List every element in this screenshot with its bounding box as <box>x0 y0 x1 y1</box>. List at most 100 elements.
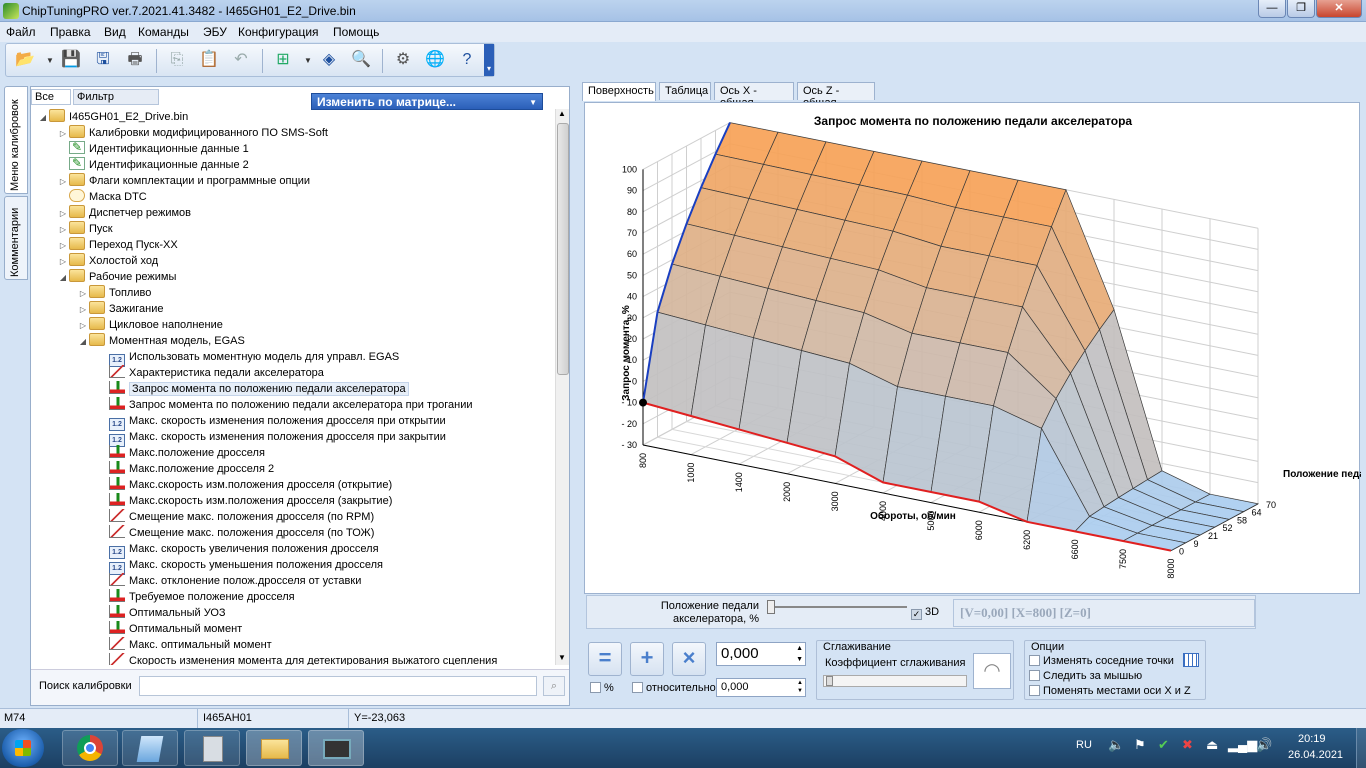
tree-node[interactable]: 1.2 Макс. скорость увеличения положения д… <box>97 541 379 559</box>
toolbar-overflow-button[interactable]: ▾ <box>484 44 494 76</box>
usb-icon[interactable]: ⏏ <box>1206 737 1218 753</box>
web-icon[interactable]: 🌐 <box>424 49 446 71</box>
notepad-taskbar-button[interactable] <box>122 730 178 766</box>
compare-icon[interactable]: ⊞ <box>272 49 294 71</box>
tree-node[interactable]: Идентификационные данные 2 <box>57 155 249 173</box>
surface-chart-area[interactable]: Запрос момента по положению педали аксел… <box>584 102 1366 595</box>
tree-scrollbar[interactable]: ▲ ▼ <box>555 109 569 665</box>
tree-node[interactable]: ▷ Зажигание <box>77 301 164 317</box>
option-swap-axes[interactable]: Поменять местами оси X и Z <box>1029 685 1191 697</box>
scroll-down-icon[interactable]: ▼ <box>558 653 566 662</box>
value-input[interactable]: 0,000 ▲ ▼ <box>716 642 806 666</box>
expand-arrow-icon[interactable]: ◢ <box>37 110 49 126</box>
tree-node[interactable]: Скорость изменения момента для детектиро… <box>97 653 497 665</box>
network-error-icon[interactable]: ✖ <box>1182 737 1193 753</box>
copy-icon[interactable]: ⎘ <box>166 49 188 71</box>
tree-node[interactable]: 1.2 Макс. скорость уменьшения положения д… <box>97 557 383 575</box>
tree-node[interactable]: ▷ Переход Пуск-ХХ <box>57 237 178 253</box>
expand-arrow-icon[interactable]: ▷ <box>77 302 89 318</box>
filter-tab[interactable]: Фильтр <box>73 89 159 105</box>
spin-arrows-icon[interactable]: ▲ ▼ <box>796 643 803 665</box>
menu-config[interactable]: Конфигурация <box>238 25 319 39</box>
scroll-up-icon[interactable]: ▲ <box>558 109 566 118</box>
signal-icon[interactable]: ▂▄▆ <box>1228 737 1257 753</box>
tree-node[interactable]: Макс.скорость изм.положения дросселя (за… <box>97 493 392 509</box>
tree-node[interactable]: ◢ Рабочие режимы <box>57 269 176 285</box>
option-neighbors[interactable]: Изменять соседние точки <box>1029 655 1174 667</box>
tree-node[interactable]: ◢ I465GH01_E2_Drive.bin <box>37 109 188 125</box>
relative-input[interactable]: 0,000 ▲ ▼ <box>716 678 806 697</box>
explorer-taskbar-button[interactable] <box>246 730 302 766</box>
save-icon[interactable]: 💾 <box>60 49 82 71</box>
tree-node[interactable]: ▷ Топливо <box>77 285 151 301</box>
menu-help[interactable]: Помощь <box>333 25 379 39</box>
tree-node[interactable]: 1.2 Макс. скорость изменения положения др… <box>97 413 446 431</box>
flag-icon[interactable]: ⚑ <box>1134 737 1146 753</box>
search-input[interactable] <box>139 676 537 696</box>
spin-arrows-icon[interactable]: ▲ ▼ <box>797 679 803 695</box>
save-as-icon[interactable]: 🖫 <box>92 49 114 71</box>
search-icon[interactable]: ⌕ <box>543 676 565 696</box>
surface-chart[interactable]: Запрос момента по положению педали аксел… <box>585 103 1366 595</box>
tree-node[interactable]: Макс. отклонение полож.дросселя от устав… <box>97 573 361 589</box>
language-indicator[interactable]: RU <box>1076 739 1092 751</box>
show-desktop-button[interactable] <box>1356 728 1366 768</box>
chevron-down-icon[interactable]: ▼ <box>304 56 312 65</box>
tree-node[interactable]: ◢ Моментная модель, EGAS <box>77 333 245 349</box>
tab-axis-z[interactable]: Ось Z - общая <box>797 82 875 109</box>
tab-calibration-menu[interactable]: Меню калибровок <box>4 86 28 194</box>
tree-node[interactable]: Макс.положение дросселя 2 <box>97 461 274 477</box>
smoothing-slider-thumb[interactable] <box>826 676 833 686</box>
clock-date[interactable]: 26.04.2021 <box>1288 749 1343 761</box>
tree-node[interactable]: Оптимальный момент <box>97 621 242 637</box>
chevron-down-icon[interactable]: ▼ <box>46 56 54 65</box>
open-folder-icon[interactable]: 📂 <box>14 49 36 71</box>
smooth-surface-icon[interactable]: ◠ <box>973 653 1011 689</box>
volume-warning-icon[interactable]: 🔈 <box>1108 737 1124 753</box>
help-icon[interactable]: ? <box>456 49 478 71</box>
tree-node[interactable]: Запрос момента по положению педали аксел… <box>97 381 409 397</box>
expand-arrow-icon[interactable]: ▷ <box>77 318 89 334</box>
percent-checkbox[interactable]: % <box>590 682 614 694</box>
expand-arrow-icon[interactable]: ▷ <box>57 126 69 142</box>
chrome-taskbar-button[interactable] <box>62 730 118 766</box>
tree-node[interactable]: 1.2 Макс. скорость изменения положения др… <box>97 429 446 447</box>
settings-icon[interactable]: ⚙ <box>392 49 414 71</box>
tree-node[interactable]: Смещение макс. положения дросселя (по ТО… <box>97 525 374 541</box>
print-icon[interactable]: 🖶 <box>124 49 146 71</box>
tree-node[interactable]: Макс.скорость изм.положения дросселя (от… <box>97 477 392 493</box>
menu-edit[interactable]: Правка <box>50 25 91 39</box>
tab-comments[interactable]: Комментарии <box>4 196 28 280</box>
tab-surface[interactable]: Поверхность <box>582 82 656 101</box>
restore-button[interactable]: ❐ <box>1287 0 1315 18</box>
tree-node[interactable]: ▷ Калибровки модифицированного ПО SMS-Sof… <box>57 125 328 141</box>
checksum-icon[interactable]: ◈ <box>318 49 340 71</box>
search-map-icon[interactable]: 🔍 <box>350 49 372 71</box>
menu-commands[interactable]: Команды <box>138 25 189 39</box>
grid-table-icon[interactable] <box>1183 653 1199 667</box>
menu-view[interactable]: Вид <box>104 25 126 39</box>
tree-node[interactable]: ▷ Пуск <box>57 221 113 237</box>
add-value-button[interactable]: + <box>630 642 664 676</box>
set-equal-button[interactable]: = <box>588 642 622 676</box>
multiply-button[interactable]: × <box>672 642 706 676</box>
expand-arrow-icon[interactable]: ▷ <box>57 254 69 270</box>
chiptuning-taskbar-button[interactable] <box>308 730 364 766</box>
tree-node[interactable]: Требуемое положение дросселя <box>97 589 295 605</box>
start-button[interactable] <box>2 729 44 767</box>
tree-node[interactable]: Макс. оптимальный момент <box>97 637 272 653</box>
clock-time[interactable]: 20:19 <box>1298 733 1326 745</box>
expand-arrow-icon[interactable]: ▷ <box>57 174 69 190</box>
relative-checkbox[interactable]: относительно <box>632 682 716 694</box>
expand-arrow-icon[interactable]: ◢ <box>57 270 69 286</box>
check-icon[interactable]: ✔ <box>1158 737 1169 753</box>
tab-table[interactable]: Таблица <box>659 82 711 100</box>
expand-arrow-icon[interactable]: ▷ <box>57 238 69 254</box>
tree-node[interactable]: ▷ Флаги комплектации и программные опции <box>57 173 310 189</box>
tree-node[interactable]: ▷ Цикловое наполнение <box>77 317 223 333</box>
expand-arrow-icon[interactable]: ◢ <box>77 334 89 350</box>
tree-node[interactable]: Запрос момента по положению педали аксел… <box>97 397 472 413</box>
paste-icon[interactable]: 📋 <box>198 49 220 71</box>
menu-file[interactable]: Файл <box>6 25 36 39</box>
scrollbar-thumb[interactable] <box>557 123 569 375</box>
